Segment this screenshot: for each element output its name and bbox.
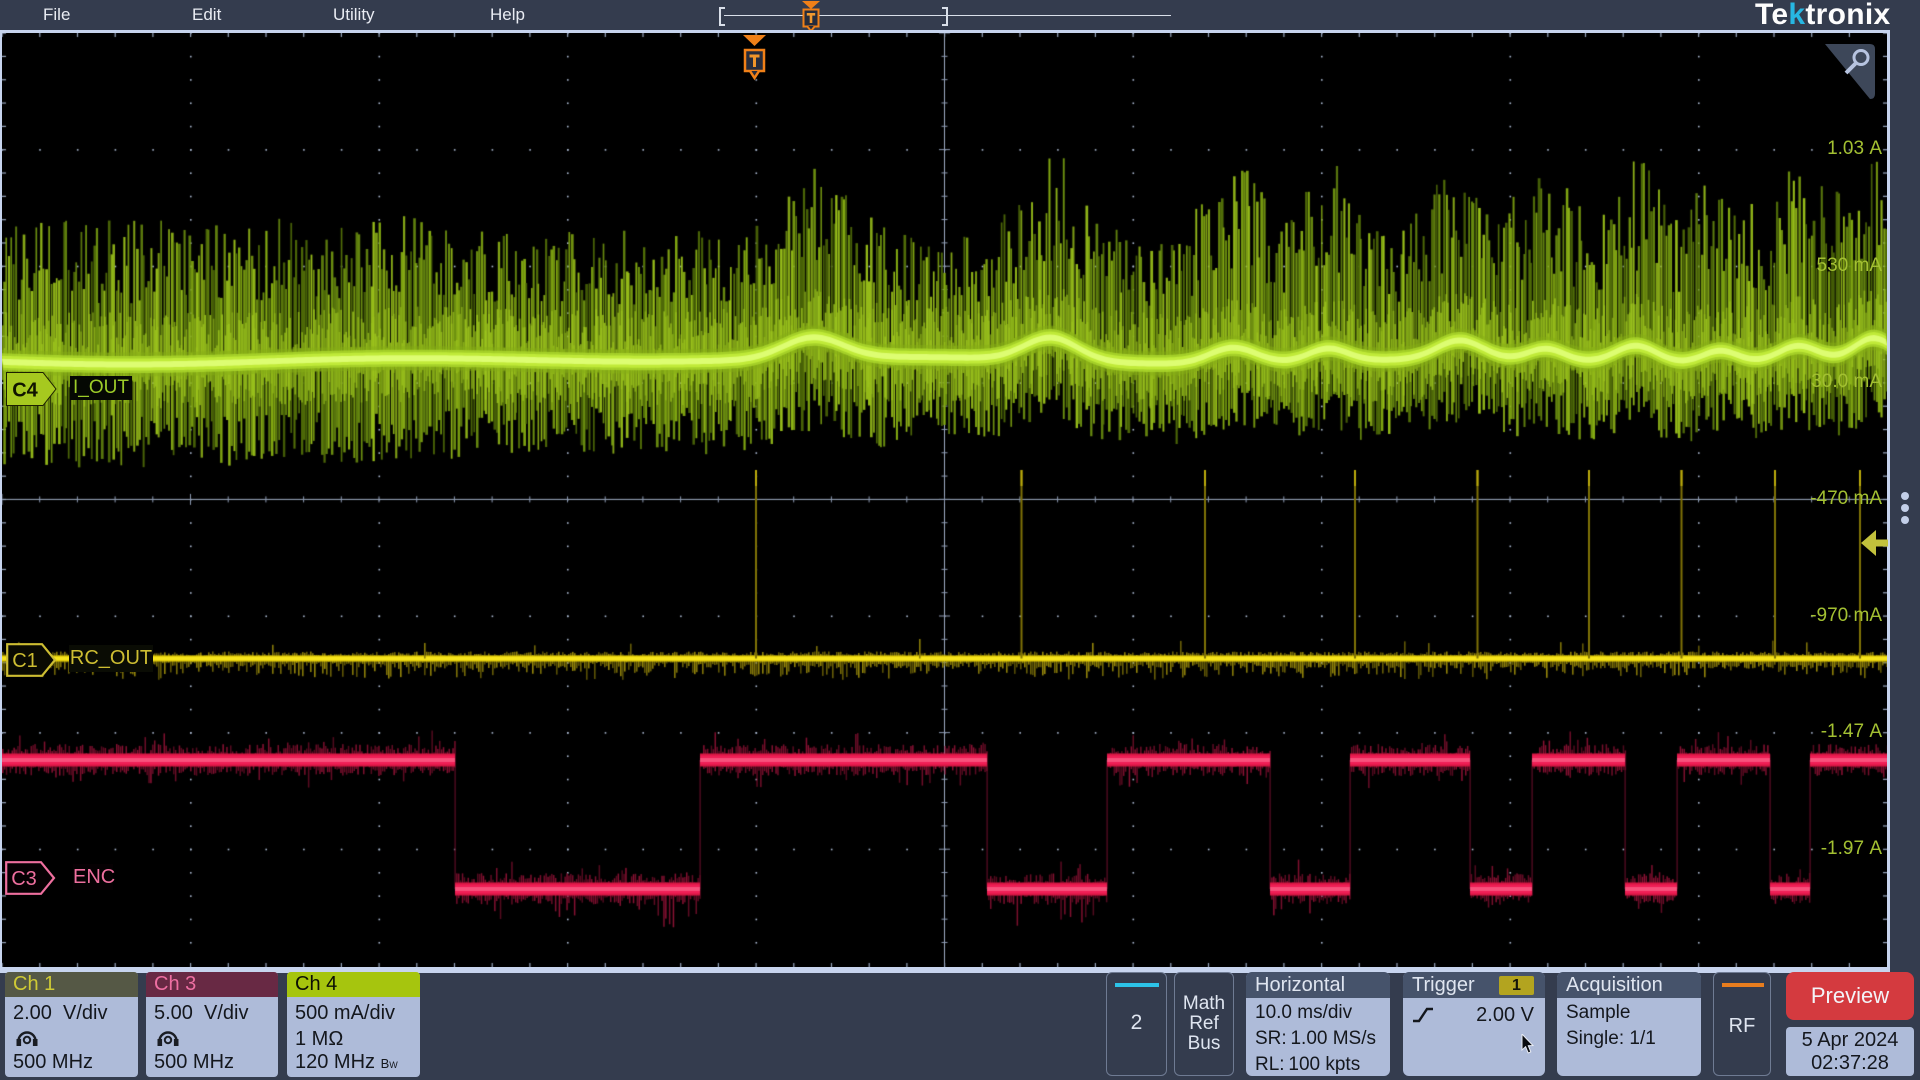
- svg-text:C3: C3: [11, 868, 37, 890]
- svg-text:C1: C1: [12, 650, 38, 672]
- svg-text:C4: C4: [12, 380, 38, 402]
